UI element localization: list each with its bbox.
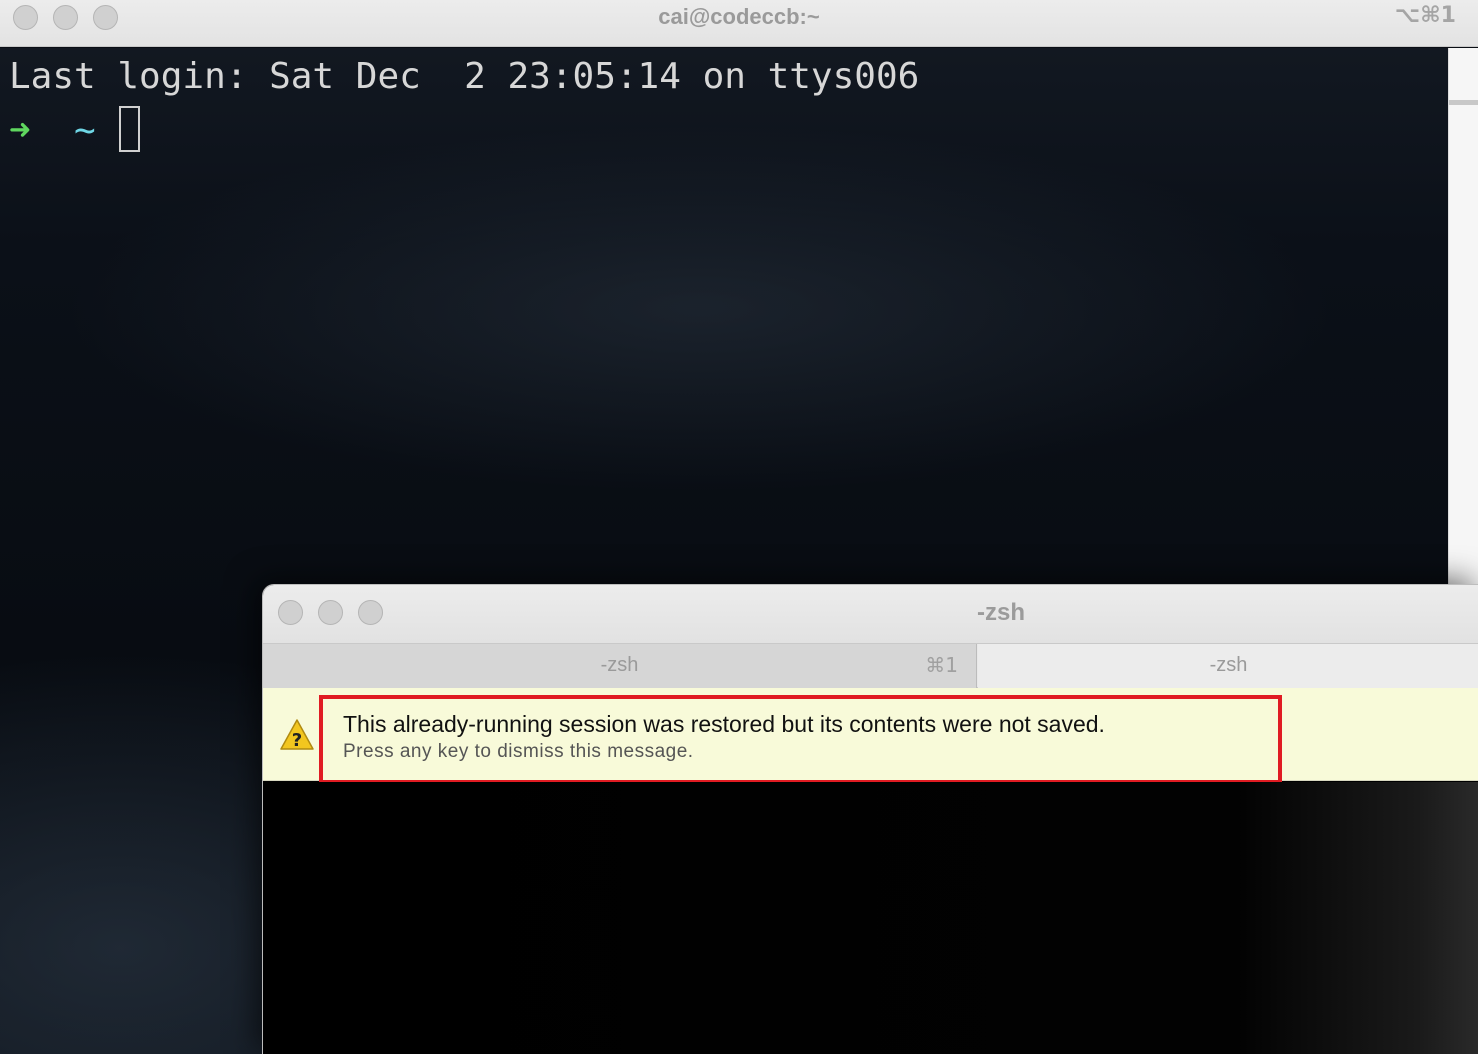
- title-bar[interactable]: cai@codeccb:~ ⌥⌘1: [0, 0, 1478, 47]
- tab-shortcut-label: ⌘1: [925, 653, 958, 677]
- prompt-arrow-icon: ➜: [9, 110, 31, 151]
- warning-glyph: ?: [292, 730, 302, 751]
- terminal-window-restored: -zsh -zsh ⌘1 -zsh ? This already-running…: [262, 584, 1478, 1054]
- title-bar[interactable]: -zsh: [263, 585, 1478, 643]
- tab-label: -zsh: [1209, 654, 1248, 676]
- window-shortcut-label: ⌥⌘1: [1394, 3, 1456, 28]
- tab-zsh-2[interactable]: -zsh: [978, 644, 1478, 688]
- highlight-box: [319, 695, 1282, 784]
- prompt-line: ➜ ~: [9, 106, 141, 152]
- last-login-line: Last login: Sat Dec 2 23:05:14 on ttys00…: [9, 56, 920, 97]
- tab-bar: -zsh ⌘1 -zsh: [263, 643, 1478, 688]
- terminal-cursor: [119, 106, 141, 152]
- terminal-content[interactable]: [263, 782, 1478, 1054]
- banner-message: This already-running session was restore…: [343, 711, 1105, 737]
- window-title: cai@codeccb:~: [658, 4, 820, 29]
- tab-label: -zsh: [600, 654, 639, 676]
- window-title: -zsh: [977, 599, 1025, 626]
- warning-question-icon: ?: [280, 719, 314, 751]
- prompt-directory: ~: [74, 110, 96, 151]
- tab-zsh-1[interactable]: -zsh ⌘1: [263, 644, 977, 688]
- banner-submessage: Press any key to dismiss this message.: [343, 741, 694, 762]
- scrollbar-thumb[interactable]: [1449, 100, 1478, 105]
